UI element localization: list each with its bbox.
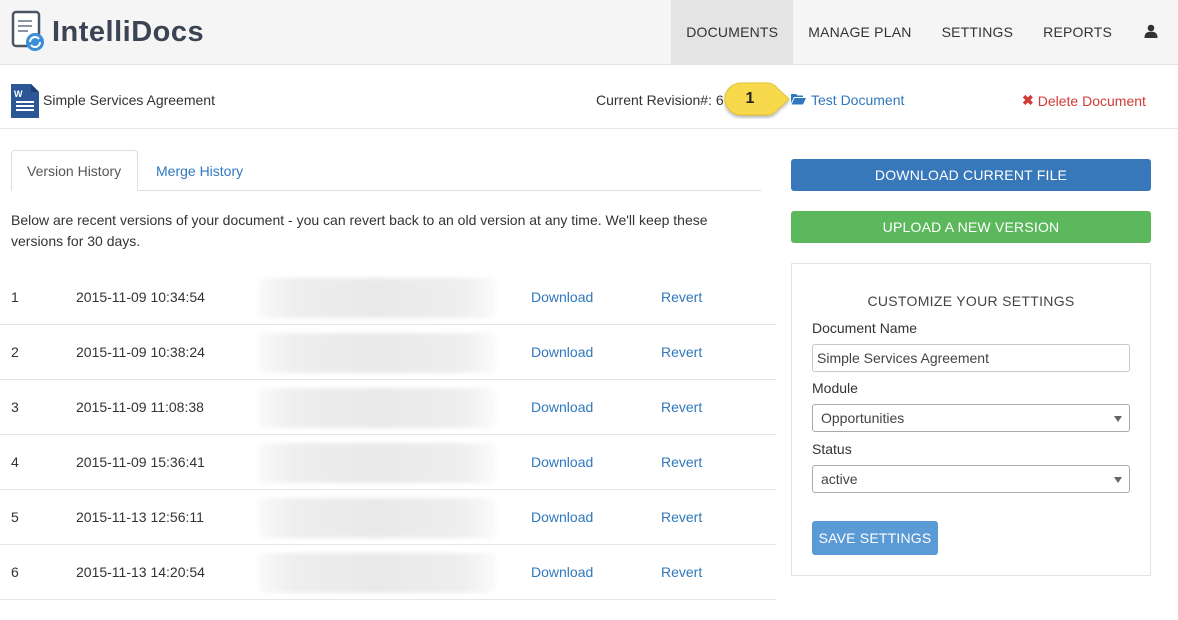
logo-icon xyxy=(10,10,48,54)
nav-links: DOCUMENTS MANAGE PLAN SETTINGS REPORTS xyxy=(671,0,1178,64)
logo-text: IntelliDocs xyxy=(52,15,205,48)
table-row: 4 2015-11-09 15:36:41 Download Revert xyxy=(0,435,776,490)
redacted-user xyxy=(258,388,496,428)
nav-reports[interactable]: REPORTS xyxy=(1028,0,1127,64)
document-name-field[interactable] xyxy=(812,344,1130,372)
download-link[interactable]: Download xyxy=(531,289,593,305)
nav-settings[interactable]: SETTINGS xyxy=(927,0,1029,64)
download-link[interactable]: Download xyxy=(531,564,593,580)
version-date: 2015-11-09 15:36:41 xyxy=(76,454,205,470)
chevron-down-icon xyxy=(1114,477,1122,483)
delete-document-label: Delete Document xyxy=(1037,92,1146,109)
document-name: Simple Services Agreement xyxy=(43,92,215,108)
download-link[interactable]: Download xyxy=(531,344,593,360)
version-number: 3 xyxy=(11,399,19,415)
intro-text: Below are recent versions of your docume… xyxy=(11,212,708,249)
document-name-label: Document Name xyxy=(812,320,918,336)
table-row: 1 2015-11-09 10:34:54 Download Revert xyxy=(0,270,776,325)
revert-link[interactable]: Revert xyxy=(661,344,702,360)
save-settings-button[interactable]: SAVE SETTINGS xyxy=(812,521,938,555)
folder-open-icon xyxy=(791,92,811,108)
version-date: 2015-11-13 14:20:54 xyxy=(76,564,205,580)
nav-documents[interactable]: DOCUMENTS xyxy=(671,0,794,64)
version-number: 1 xyxy=(11,289,19,305)
download-link[interactable]: Download xyxy=(531,509,593,525)
download-current-file-button[interactable]: DOWNLOAD CURRENT FILE xyxy=(791,159,1151,191)
tab-merge-history[interactable]: Merge History xyxy=(141,150,258,191)
word-document-icon: W xyxy=(11,84,39,118)
test-document-link[interactable]: Test Document xyxy=(791,92,904,108)
settings-panel: CUSTOMIZE YOUR SETTINGS Document Name Mo… xyxy=(791,263,1151,576)
upload-new-version-button[interactable]: UPLOAD A NEW VERSION xyxy=(791,211,1151,243)
settings-title: CUSTOMIZE YOUR SETTINGS xyxy=(867,293,1075,309)
user-menu[interactable] xyxy=(1127,0,1178,64)
download-link[interactable]: Download xyxy=(531,454,593,470)
chevron-down-icon xyxy=(1114,416,1122,422)
table-row: 6 2015-11-13 14:20:54 Download Revert xyxy=(0,545,776,600)
logo[interactable]: IntelliDocs xyxy=(10,10,204,54)
status-select-value: active xyxy=(821,471,858,487)
table-row: 2 2015-11-09 10:38:24 Download Revert xyxy=(0,325,776,380)
tab-version-history[interactable]: Version History xyxy=(11,150,138,191)
status-select[interactable]: active xyxy=(812,465,1130,493)
close-icon: ✖ xyxy=(1022,92,1034,108)
version-number: 4 xyxy=(11,454,19,470)
svg-text:W: W xyxy=(14,89,23,99)
version-date: 2015-11-09 10:34:54 xyxy=(76,289,205,305)
redacted-user xyxy=(258,278,496,318)
user-icon xyxy=(1144,24,1158,41)
table-row: 5 2015-11-13 12:56:11 Download Revert xyxy=(0,490,776,545)
redacted-user xyxy=(258,333,496,373)
version-number: 5 xyxy=(11,509,19,525)
test-document-label: Test Document xyxy=(811,92,905,108)
module-select[interactable]: Opportunities xyxy=(812,404,1130,432)
revert-link[interactable]: Revert xyxy=(661,564,702,580)
module-label: Module xyxy=(812,380,858,396)
status-label: Status xyxy=(812,441,852,457)
document-header: W Simple Services Agreement Current Revi… xyxy=(0,65,1178,129)
redacted-user xyxy=(258,443,496,483)
top-navbar: IntelliDocs DOCUMENTS MANAGE PLAN SETTIN… xyxy=(0,0,1178,65)
revert-link[interactable]: Revert xyxy=(661,509,702,525)
version-date: 2015-11-09 10:38:24 xyxy=(76,344,205,360)
version-number: 6 xyxy=(11,564,19,580)
table-row: 3 2015-11-09 11:08:38 Download Revert xyxy=(0,380,776,435)
callout-number: 1 xyxy=(745,90,755,107)
version-number: 2 xyxy=(11,344,19,360)
version-date: 2015-11-13 12:56:11 xyxy=(76,509,204,525)
download-link[interactable]: Download xyxy=(531,399,593,415)
revert-link[interactable]: Revert xyxy=(661,454,702,470)
revert-link[interactable]: Revert xyxy=(661,289,702,305)
history-tabs: Version History Merge History xyxy=(11,150,761,191)
revert-link[interactable]: Revert xyxy=(661,399,702,415)
version-table: 1 2015-11-09 10:34:54 Download Revert 2 … xyxy=(0,270,776,600)
version-date: 2015-11-09 11:08:38 xyxy=(76,399,204,415)
redacted-user xyxy=(258,498,496,538)
delete-document-link[interactable]: ✖ Delete Document xyxy=(1022,92,1146,109)
current-revision: Current Revision#: 6 xyxy=(596,92,724,108)
module-select-value: Opportunities xyxy=(821,410,905,426)
nav-manage-plan[interactable]: MANAGE PLAN xyxy=(793,0,926,64)
redacted-user xyxy=(258,553,496,593)
